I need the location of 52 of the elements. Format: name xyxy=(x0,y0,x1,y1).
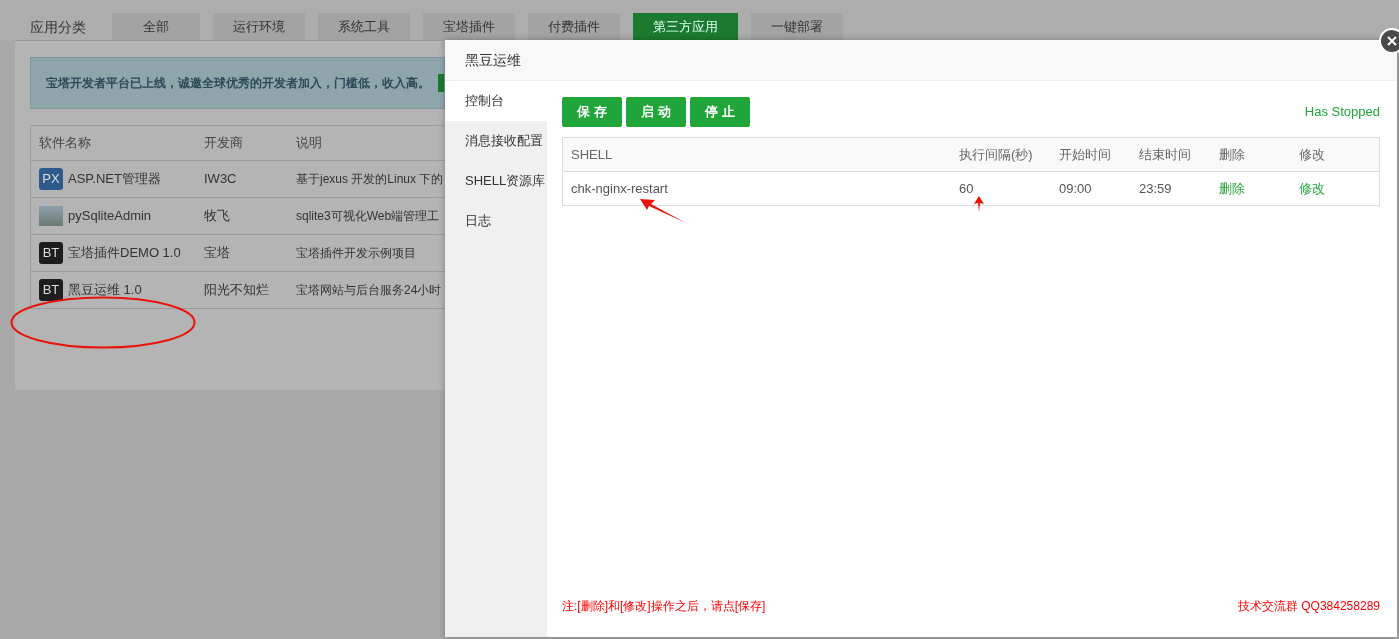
app-name: 黑豆运维 1.0 xyxy=(68,281,142,300)
column-header: 说明 xyxy=(295,134,323,153)
dialog-title: 黑豆运维 xyxy=(465,50,521,70)
footer-note: 注:[删除]和[修改]操作之后，请点[保存] xyxy=(562,598,766,615)
action-button[interactable]: 保 存 xyxy=(562,97,622,127)
contact-text: 技术交流群 QQ384258289 xyxy=(1237,598,1380,615)
edit-link[interactable]: 修改 xyxy=(1299,180,1325,196)
category-tab[interactable]: 全部 xyxy=(112,13,200,40)
column-header: 删除 xyxy=(1219,145,1246,164)
category-tab[interactable]: 一键部署 xyxy=(751,13,843,40)
category-tab[interactable]: 宝塔插件 xyxy=(423,13,515,40)
column-header: SHELL xyxy=(571,145,614,164)
description-cell-text: sqlite3可视化Web端管理工 xyxy=(295,208,441,225)
sidebar-item[interactable]: 控制台 xyxy=(445,81,547,121)
category-label: 应用分类 xyxy=(30,18,86,37)
column-header: 修改 xyxy=(1299,145,1326,164)
column-header: 结束时间 xyxy=(1139,145,1192,164)
category-tab[interactable]: 付费插件 xyxy=(528,13,620,40)
column-header: 开发商 xyxy=(203,134,244,153)
category-tab[interactable]: 第三方应用 xyxy=(633,13,738,40)
app-logo: BT xyxy=(39,242,63,264)
start-time-cell-text: 09:00 xyxy=(1059,179,1093,198)
sidebar-item[interactable]: SHELL资源库 xyxy=(445,161,547,201)
description-cell-text: 宝塔插件开发示例项目 xyxy=(295,245,417,262)
photo-placeholder xyxy=(39,206,63,226)
delete-link[interactable]: 删除 xyxy=(1219,180,1245,196)
column-header: 执行间隔(秒) xyxy=(959,145,1034,164)
category-tab[interactable]: 系统工具 xyxy=(318,13,410,40)
status-text: Has Stopped xyxy=(1304,103,1380,122)
app-name: ASP.NET管理器 xyxy=(68,170,161,189)
app-logo: BT xyxy=(39,279,63,301)
notice-text: 宝塔开发者平台已上线，诚邀全球优秀的开发者加入，门槛低，收入高。 xyxy=(46,75,430,92)
column-header: 开始时间 xyxy=(1059,145,1112,164)
action-button[interactable]: 停 止 xyxy=(690,97,750,127)
vendor-cell-text: IW3C xyxy=(203,170,238,189)
action-button[interactable]: 启 动 xyxy=(626,97,686,127)
vendor-cell-text: 阳光不知烂 xyxy=(203,281,270,300)
app-name: pySqliteAdmin xyxy=(68,207,152,226)
description-cell-text: 宝塔网站与后台服务24小时 xyxy=(295,282,443,299)
app-logo: PX xyxy=(39,168,63,190)
description-cell-text: 基于jexus 开发的Linux 下的 xyxy=(295,171,445,188)
category-tab[interactable]: 运行环境 xyxy=(213,13,305,40)
vendor-cell-text: 牧飞 xyxy=(203,207,231,226)
vendor-cell-text: 宝塔 xyxy=(203,244,231,263)
app-name: 宝塔插件DEMO 1.0 xyxy=(68,244,181,263)
shell-name: chk-nginx-restart xyxy=(571,179,669,198)
end-time-cell-text: 23:59 xyxy=(1139,179,1173,198)
column-header: 软件名称 xyxy=(38,134,92,153)
interval-cell-text: 60 xyxy=(959,179,975,198)
close-icon xyxy=(1387,36,1397,46)
sidebar-item[interactable]: 消息接收配置 xyxy=(445,121,547,161)
sidebar-item[interactable]: 日志 xyxy=(445,201,547,241)
